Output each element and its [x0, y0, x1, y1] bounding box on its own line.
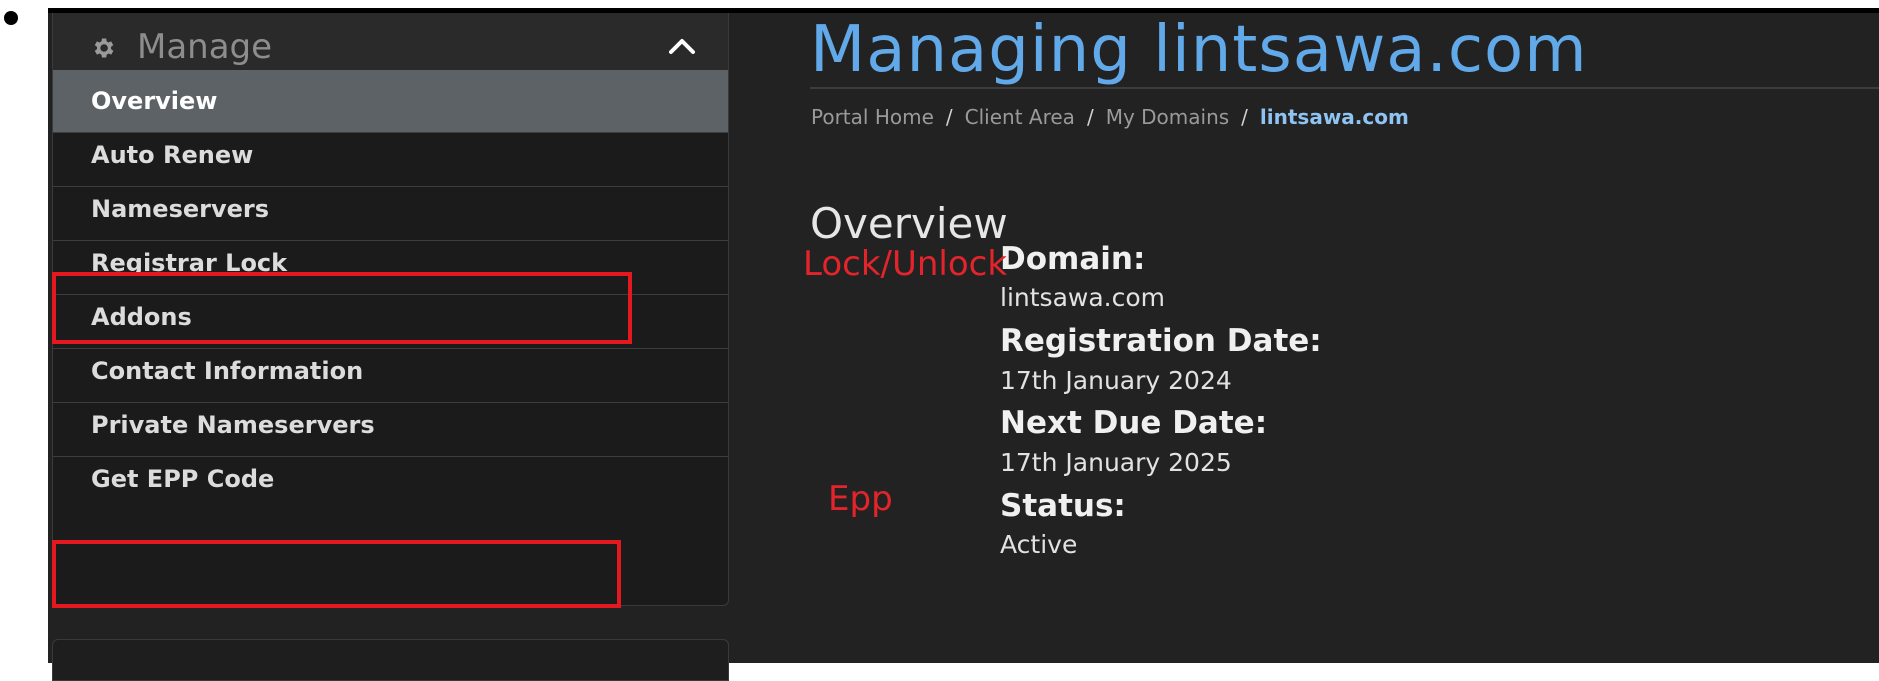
status-value: Active [1000, 530, 1078, 559]
overview-heading: Overview [810, 199, 1008, 248]
breadcrumb-current-domain: lintsawa.com [1259, 105, 1409, 129]
manage-panel-title: Manage [137, 27, 273, 67]
next-due-date-label: Next Due Date: [1000, 405, 1268, 441]
gear-icon [94, 38, 114, 58]
registrar-lock-highlight [52, 272, 632, 344]
breadcrumb-client-area[interactable]: Client Area [965, 105, 1075, 129]
list-bullet [4, 11, 18, 25]
title-divider [810, 87, 1879, 89]
next-due-date-value: 17th January 2025 [1000, 448, 1232, 477]
secondary-sidebar-panel [52, 639, 729, 681]
breadcrumb-portal-home[interactable]: Portal Home [811, 105, 934, 129]
breadcrumb-separator: / [1086, 105, 1094, 129]
status-label: Status: [1000, 488, 1126, 524]
breadcrumb: Portal Home / Client Area / My Domains / lints… [811, 105, 1409, 129]
chevron-up-icon[interactable] [665, 33, 699, 59]
lock-unlock-annotation: Lock/Unlock [803, 244, 1008, 284]
breadcrumb-separator: / [945, 105, 953, 129]
page-title: Managing lintsawa.com [810, 13, 1588, 87]
domain-label: Domain: [1000, 241, 1146, 277]
epp-annotation: Epp [828, 479, 893, 519]
domain-value: lintsawa.com [1000, 283, 1165, 312]
breadcrumb-my-domains[interactable]: My Domains [1106, 105, 1229, 129]
breadcrumb-separator: / [1241, 105, 1248, 129]
sidebar-item-get-epp-code[interactable]: Get EPP Code [53, 448, 728, 511]
registration-date-label: Registration Date: [1000, 323, 1322, 359]
epp-code-highlight [52, 540, 621, 608]
registration-date-value: 17th January 2024 [1000, 366, 1232, 395]
